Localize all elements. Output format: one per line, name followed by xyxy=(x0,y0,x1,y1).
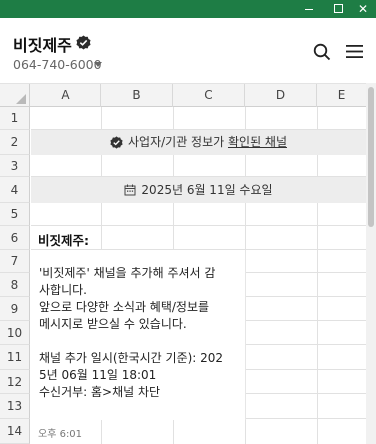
minimize-icon xyxy=(305,9,313,10)
row-header-14[interactable]: 14 xyxy=(0,419,30,444)
verified-check-icon xyxy=(110,136,123,149)
scrollbar-thumb[interactable] xyxy=(368,87,374,227)
verified-notice-text: 사업자/기관 정보가 xyxy=(127,135,228,149)
date-text: 2025년 6월 11일 수요일 xyxy=(141,183,273,197)
row-header-5[interactable]: 5 xyxy=(0,203,30,226)
search-icon[interactable] xyxy=(313,43,331,61)
row-header-8[interactable]: 8 xyxy=(0,273,30,297)
maximize-button[interactable] xyxy=(325,0,351,18)
row-header-11[interactable]: 11 xyxy=(0,345,30,370)
select-all-triangle-icon xyxy=(16,94,26,104)
column-header-b[interactable]: B xyxy=(101,84,173,107)
message-bubble[interactable]: '비짓제주' 채널을 추가해 주셔서 감 사합니다. 앞으로 다양한 소식과 혜… xyxy=(31,250,246,420)
column-header-c[interactable]: C xyxy=(173,84,245,107)
vertical-scrollbar[interactable] xyxy=(366,83,376,444)
maximize-icon xyxy=(334,4,343,13)
row-header-6[interactable]: 6 xyxy=(0,226,30,250)
message-sender: 비짓제주: xyxy=(38,233,89,248)
close-button[interactable]: ✕ xyxy=(350,0,376,18)
verified-check-icon xyxy=(76,35,91,50)
select-all-corner[interactable] xyxy=(0,84,30,107)
calendar-icon xyxy=(124,184,136,196)
verified-channel-notice: 사업자/기관 정보가 확인된 채널 xyxy=(31,130,366,155)
row-header-9[interactable]: 9 xyxy=(0,297,30,321)
row-header-3[interactable]: 3 xyxy=(0,155,30,177)
row-header-4[interactable]: 4 xyxy=(0,177,30,203)
message-time: 오후 6:01 xyxy=(38,429,83,440)
verified-channel-link[interactable]: 확인된 채널 xyxy=(228,135,287,149)
chat-header: 비짓제주 064-740-6000 xyxy=(0,18,376,80)
chevron-down-icon[interactable] xyxy=(94,62,102,67)
minimize-button[interactable] xyxy=(296,0,322,18)
channel-name: 비짓제주 xyxy=(13,36,72,55)
row-header-10[interactable]: 10 xyxy=(0,321,30,345)
row-header-7[interactable]: 7 xyxy=(0,250,30,273)
column-header-d[interactable]: D xyxy=(245,84,317,107)
row-header-1[interactable]: 1 xyxy=(0,107,30,130)
message-line: 사합니다. xyxy=(39,283,87,297)
column-header-a[interactable]: A xyxy=(31,84,101,107)
row-header-2[interactable]: 2 xyxy=(0,130,30,155)
message-line: 채널 추가 일시(한국시간 기준): 202 xyxy=(39,351,224,365)
column-header-e[interactable]: E xyxy=(317,84,366,107)
message-line: 수신거부: 홈>채널 차단 xyxy=(39,385,161,399)
message-line: 메시지로 받으실 수 있습니다. xyxy=(39,317,187,331)
grid-row-line xyxy=(31,225,366,226)
date-divider: 2025년 6월 11일 수요일 xyxy=(31,177,366,203)
message-line: 앞으로 다양한 소식과 혜택/정보를 xyxy=(39,300,210,314)
hamburger-menu-icon[interactable] xyxy=(346,44,363,59)
message-line: '비짓제주' 채널을 추가해 주셔서 감 xyxy=(39,266,216,280)
row-header-13[interactable]: 13 xyxy=(0,394,30,419)
message-line: 5년 06월 11일 18:01 xyxy=(39,368,157,382)
column-header-bar: A B C D E xyxy=(0,83,366,107)
window-titlebar: ✕ xyxy=(0,0,376,18)
row-header-12[interactable]: 12 xyxy=(0,370,30,394)
channel-phone[interactable]: 064-740-6000 xyxy=(13,57,102,72)
